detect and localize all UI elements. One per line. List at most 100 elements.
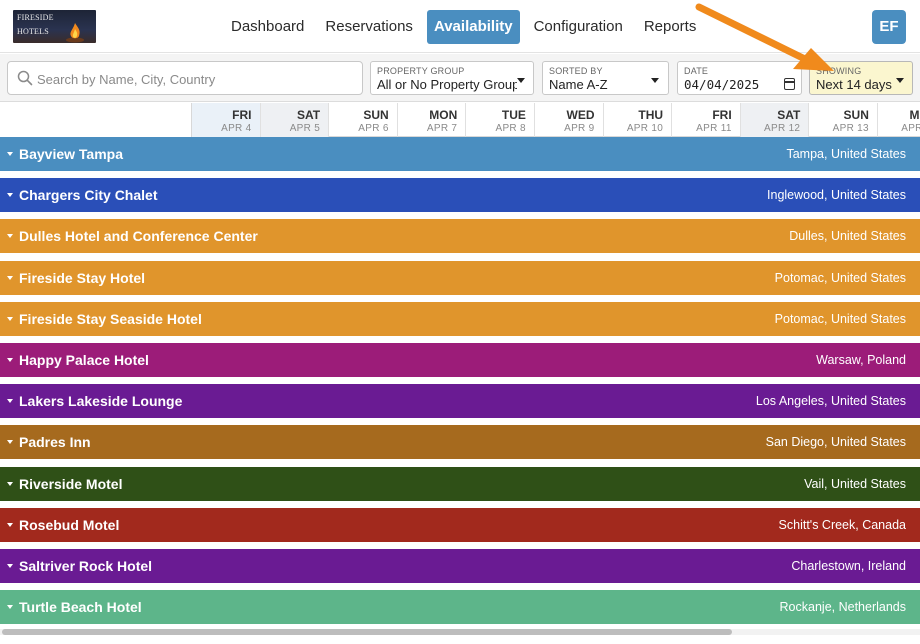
day-of-week: MON (429, 108, 458, 122)
hotel-location: Tampa, United States (786, 147, 906, 161)
hotel-location: Los Angeles, United States (755, 394, 906, 409)
hotel-name: Chargers City Chalet (19, 187, 158, 204)
search-icon (17, 70, 33, 86)
day-of-week: MON (909, 108, 920, 122)
filter-bar: PROPERTY GROUP All or No Property Group … (0, 54, 920, 102)
date-label: APR 6 (358, 123, 389, 134)
hotel-name: Fireside Stay Seaside Hotel (19, 310, 202, 327)
caret-down-icon[interactable] (7, 275, 13, 280)
date-column-header: WED APR 9 (535, 103, 604, 137)
date-label: APR 4 (221, 123, 252, 134)
caret-down-icon[interactable] (7, 564, 13, 568)
hotel-row[interactable]: Fireside Stay Seaside Hotel Potomac, Unit… (0, 301, 920, 336)
day-of-week: SUN (843, 108, 869, 122)
date-column-header: MONAPR 14 (878, 103, 920, 137)
scrollbar-thumb[interactable] (2, 629, 732, 635)
hotel-name: Bayview Tampa (19, 146, 124, 162)
hotel-location: Vail, United States (804, 476, 906, 491)
date-column-header: FRI APR 4 (192, 103, 261, 137)
chevron-down-icon (651, 78, 659, 83)
date-column-header: THU APR 10 (604, 103, 673, 137)
day-of-week: SUN (363, 108, 389, 122)
showing-value: Next 14 days (816, 77, 892, 92)
date-label: APR 8 (495, 123, 526, 134)
horizontal-scrollbar[interactable] (0, 629, 920, 635)
nav-dashboard[interactable]: Dashboard (224, 10, 311, 44)
date-value: 04/04/2025 (684, 77, 760, 92)
sorted-by-value: Name A-Z (549, 77, 608, 92)
day-of-week: WED (566, 108, 595, 122)
hotel-name: Dulles Hotel and Conference Center (19, 228, 258, 245)
nav-reports[interactable]: Reports (637, 10, 704, 44)
hotel-row[interactable]: Dulles Hotel and Conference Center Dulles… (0, 219, 920, 254)
hotel-location: Warsaw, Poland (816, 353, 906, 367)
day-of-week: THU (638, 108, 664, 122)
hotel-row[interactable]: Padres Inn San Diego, United States (0, 425, 920, 460)
nav-configuration[interactable]: Configuration (527, 10, 630, 44)
chevron-down-icon (896, 78, 904, 83)
day-of-week: FRI (712, 108, 732, 122)
property-group-select[interactable]: PROPERTY GROUP All or No Property Group (370, 61, 534, 95)
chevron-down-icon (517, 78, 525, 83)
hotel-location: Inglewood, United States (767, 188, 906, 203)
date-header-row: FRI APR 4 SAT APR 5 SUN APR 6 MON APR 7 TUE APR 8… (0, 103, 920, 137)
hotel-location: San Diego, United States (765, 435, 906, 450)
hotel-name: Turtle Beach Hotel (19, 599, 142, 616)
fireside-hotels-logo[interactable]: FIRESIDE HOTELS (13, 10, 96, 43)
calendar-icon[interactable] (784, 78, 795, 90)
hotel-list: Bayview Tampa Tampa, United States Charger… (0, 137, 920, 627)
hotel-row[interactable]: Happy Palace Hotel Warsaw, Poland (0, 343, 920, 377)
nav-reservations[interactable]: Reservations (318, 10, 420, 44)
logo-text-line2: HOTELS (17, 27, 49, 36)
hotel-row[interactable]: Lakers Lakeside Lounge Los Angeles, Unite… (0, 384, 920, 419)
hotel-location: Rockanje, Netherlands (779, 600, 906, 615)
top-navigation-bar: FIRESIDE HOTELS Dashboard Reservations A… (0, 0, 920, 53)
hotel-location: Dulles, United States (789, 229, 906, 244)
sorted-by-label: SORTED BY (549, 66, 603, 76)
caret-down-icon[interactable] (7, 481, 13, 486)
day-of-week: SAT (777, 108, 801, 122)
date-label: APR 14 (901, 123, 920, 134)
hotel-location: Charlestown, Ireland (791, 559, 906, 573)
caret-down-icon[interactable] (7, 152, 13, 156)
date-column-header: SAT APR 5 (260, 103, 330, 137)
hotel-row[interactable]: Rosebud Motel Schitt's Creek, Canada (0, 507, 920, 542)
nav-availability[interactable]: Availability (426, 10, 520, 44)
caret-down-icon[interactable] (7, 316, 13, 321)
hotel-name: Saltriver Rock Hotel (19, 558, 153, 574)
date-label: DATE (684, 66, 709, 76)
hotel-row[interactable]: Saltriver Rock Hotel Charlestown, Ireland (0, 549, 920, 583)
search-input[interactable] (37, 68, 357, 90)
day-of-week: SAT (296, 108, 321, 122)
day-of-week: TUE (501, 108, 526, 122)
hotel-name: Rosebud Motel (19, 516, 120, 533)
caret-down-icon[interactable] (7, 605, 13, 610)
hotel-row[interactable]: Bayview Tampa Tampa, United States (0, 137, 920, 171)
hotel-row[interactable]: Riverside Motel Vail, United States (0, 466, 920, 501)
hotel-name: Fireside Stay Hotel (19, 269, 146, 286)
hotel-name: Lakers Lakeside Lounge (19, 393, 183, 410)
showing-range-select[interactable]: SHOWING Next 14 days (809, 61, 913, 95)
sorted-by-select[interactable]: SORTED BY Name A-Z (542, 61, 669, 95)
showing-label: SHOWING (816, 66, 862, 76)
hotel-row[interactable]: Chargers City Chalet Inglewood, United St… (0, 178, 920, 213)
hotel-row[interactable]: Fireside Stay Hotel Potomac, United State… (0, 260, 920, 295)
property-group-value: All or No Property Group (377, 77, 517, 92)
user-avatar[interactable]: EF (872, 10, 906, 44)
hotel-location: Potomac, United States (774, 270, 906, 285)
date-picker[interactable]: DATE 04/04/2025 (677, 61, 802, 95)
property-group-label: PROPERTY GROUP (377, 66, 465, 76)
date-label: APR 12 (764, 123, 801, 134)
caret-down-icon[interactable] (7, 522, 13, 527)
search-box[interactable] (7, 61, 363, 95)
hotel-location: Schitt's Creek, Canada (778, 517, 906, 532)
hotel-row[interactable]: Turtle Beach Hotel Rockanje, Netherlands (0, 590, 920, 625)
hotel-location: Potomac, United States (774, 311, 906, 326)
caret-down-icon[interactable] (7, 399, 13, 404)
caret-down-icon[interactable] (7, 440, 13, 445)
caret-down-icon[interactable] (7, 193, 13, 198)
date-column-header: TUE APR 8 (466, 103, 535, 137)
caret-down-icon[interactable] (7, 358, 13, 362)
caret-down-icon[interactable] (7, 234, 13, 239)
date-label: APR 5 (289, 123, 321, 134)
